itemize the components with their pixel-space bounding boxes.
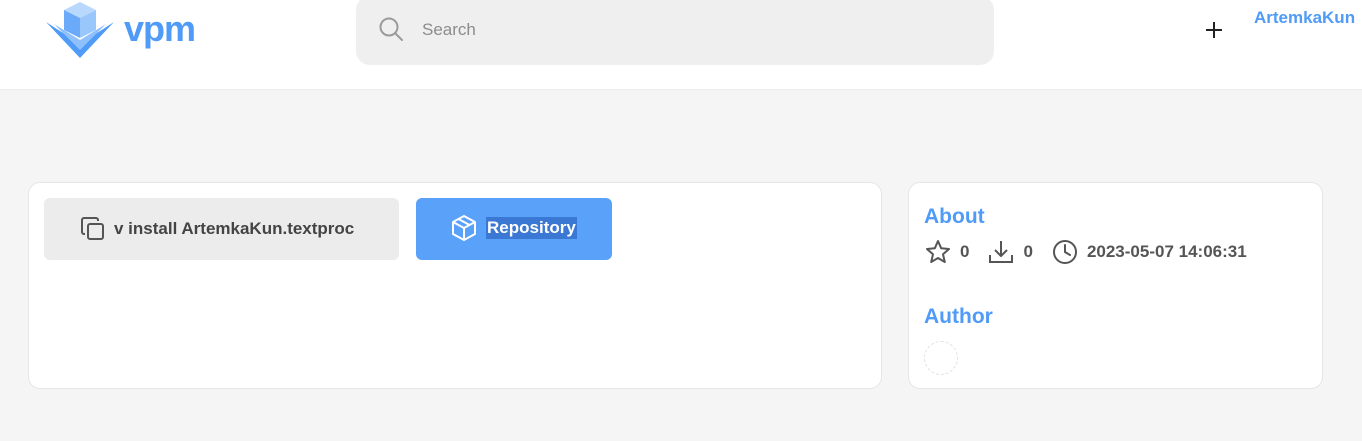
clock-icon bbox=[1052, 240, 1077, 264]
updated-stat: 2023-05-07 14:06:31 bbox=[1051, 238, 1247, 266]
downloads-count: 0 bbox=[1023, 242, 1033, 261]
downloads-stat: 0 bbox=[987, 238, 1033, 266]
stars-count: 0 bbox=[960, 242, 970, 261]
package-icon bbox=[452, 215, 476, 241]
search-input[interactable] bbox=[422, 18, 962, 42]
package-side-card: About 0 0 2023-05-07 14:06:31 Author bbox=[908, 182, 1323, 389]
repository-label: Repository bbox=[486, 217, 577, 239]
search-icon bbox=[379, 17, 403, 41]
about-heading: About bbox=[924, 205, 985, 228]
author-heading: Author bbox=[924, 305, 993, 328]
repository-button[interactable]: Repository bbox=[416, 198, 612, 260]
copy-install-command-button[interactable]: v install ArtemkaKun.textproc bbox=[44, 198, 399, 260]
user-profile-link[interactable]: ArtemkaKun bbox=[1254, 8, 1355, 28]
package-main-card: v install ArtemkaKun.textproc Repository bbox=[28, 182, 882, 389]
star-icon bbox=[926, 240, 950, 263]
logo[interactable]: vpm bbox=[44, 0, 196, 60]
logo-box-icon bbox=[46, 2, 114, 58]
add-package-button[interactable] bbox=[1200, 16, 1228, 44]
author-avatar[interactable] bbox=[924, 341, 958, 375]
logo-text: vpm bbox=[124, 8, 196, 49]
download-icon bbox=[989, 241, 1014, 263]
updated-timestamp: 2023-05-07 14:06:31 bbox=[1086, 242, 1247, 261]
search-bar[interactable] bbox=[356, 0, 994, 65]
copy-icon bbox=[81, 217, 104, 240]
package-stats: 0 0 2023-05-07 14:06:31 bbox=[924, 238, 1265, 266]
plus-icon bbox=[1206, 22, 1222, 38]
stars-stat: 0 bbox=[924, 238, 969, 266]
install-command-text: v install ArtemkaKun.textproc bbox=[114, 219, 355, 238]
top-header: vpm ArtemkaKun bbox=[0, 0, 1362, 90]
